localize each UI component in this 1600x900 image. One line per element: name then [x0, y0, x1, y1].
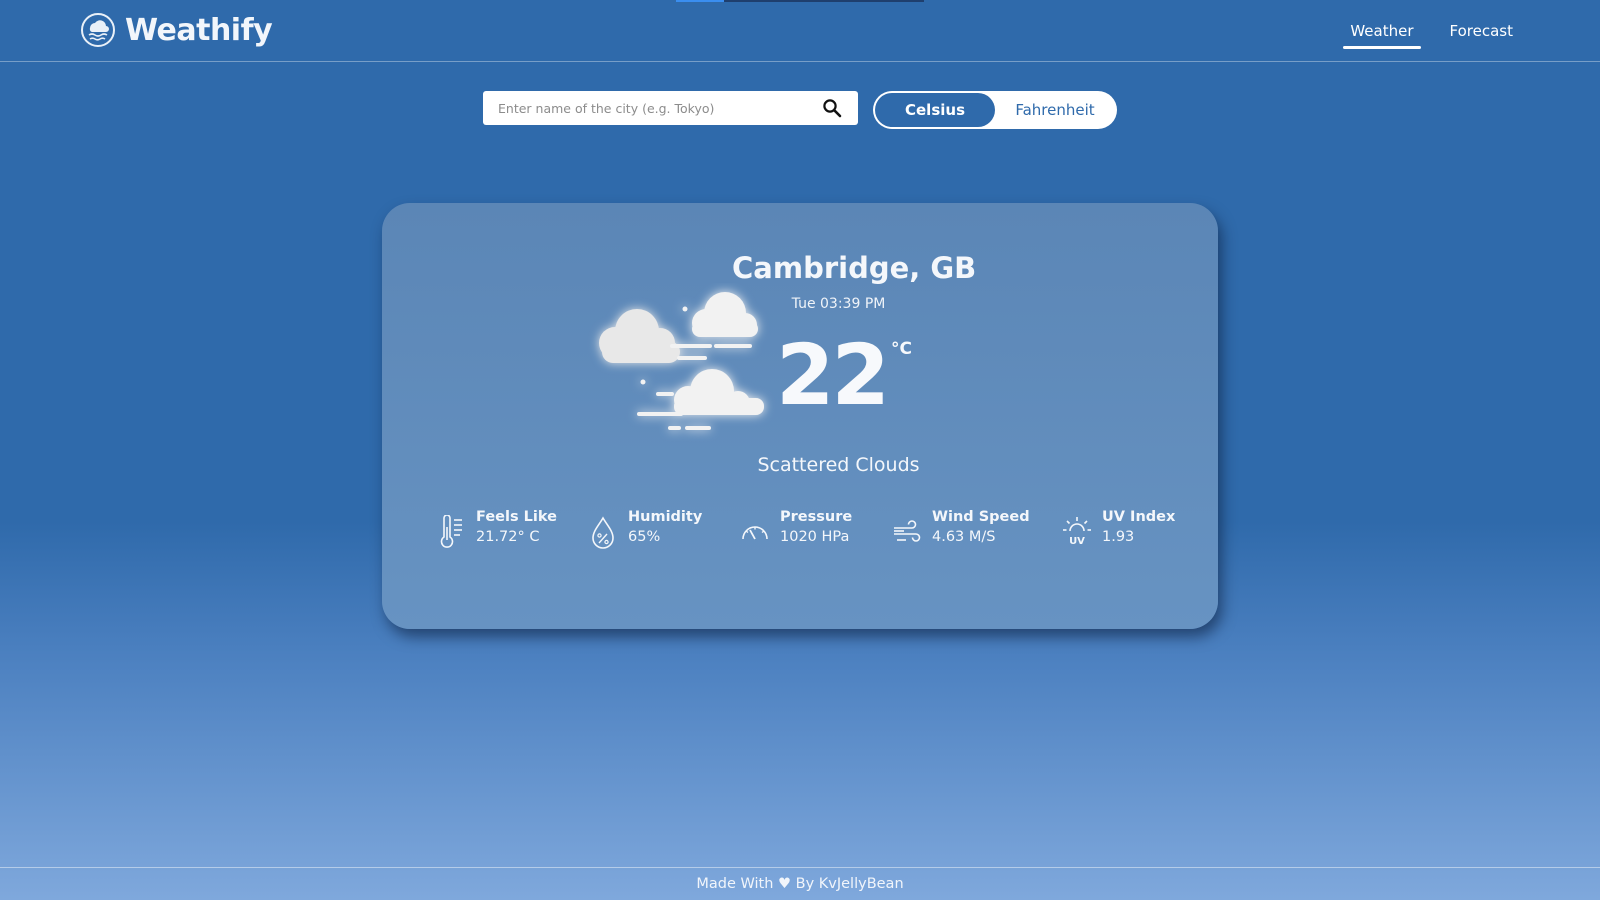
stat-feels-like: Feels Like 21.72° C: [436, 509, 557, 549]
city-search-box: [483, 91, 858, 125]
city-search-input[interactable]: [483, 91, 803, 125]
brand[interactable]: Weathify: [80, 12, 273, 48]
stat-label: Feels Like: [476, 509, 557, 525]
celsius-option[interactable]: Celsius: [875, 93, 995, 127]
humidity-drop-icon: [592, 516, 614, 549]
footer: Made With ♥ By KvJellyBean: [0, 867, 1600, 900]
weather-condition: Scattered Clouds: [757, 454, 920, 476]
stat-humidity: Humidity 65%: [588, 509, 702, 549]
brand-name: Weathify: [125, 12, 273, 48]
stat-label: UV Index: [1102, 509, 1176, 525]
top-nav-bar: Weathify Weather Forecast: [0, 0, 1600, 62]
thermometer-icon: [440, 515, 462, 548]
temperature-unit: °C: [890, 339, 912, 359]
stat-value: 21.72° C: [476, 529, 540, 545]
stat-uv-index: UV UV Index 1.93: [1062, 509, 1175, 549]
current-weather-card: Cambridge, GB Tue 03:39 PM 22 °C Scatter…: [382, 203, 1218, 629]
stat-label: Humidity: [628, 509, 703, 525]
stat-wind-speed: Wind Speed 4.63 M/S: [892, 509, 1030, 549]
stat-value: 1.93: [1102, 529, 1135, 545]
main-nav: Weather Forecast: [1343, 0, 1520, 62]
stat-pressure: Pressure 1020 HPa: [740, 509, 852, 549]
pressure-gauge-icon: [742, 526, 768, 540]
uv-sun-icon: UV: [1063, 517, 1091, 547]
stat-value: 4.63 M/S: [932, 529, 996, 545]
weathify-logo-icon: [81, 13, 115, 47]
svg-text:UV: UV: [1069, 536, 1085, 547]
nav-forecast[interactable]: Forecast: [1443, 0, 1520, 62]
stat-value: 1020 HPa: [780, 529, 850, 545]
temperature-value: 22: [776, 326, 890, 424]
page-loading-indicator: [676, 0, 924, 2]
search-icon[interactable]: [822, 98, 842, 118]
local-datetime: Tue 03:39 PM: [791, 296, 886, 312]
current-temperature: 22 °C: [776, 333, 912, 417]
city-name: Cambridge, GB: [732, 251, 977, 285]
fahrenheit-option[interactable]: Fahrenheit: [995, 93, 1115, 127]
stat-value: 65%: [628, 529, 661, 545]
unit-toggle: Celsius Fahrenheit: [873, 91, 1117, 129]
wind-icon: [894, 520, 921, 542]
stat-label: Wind Speed: [932, 509, 1030, 525]
nav-weather[interactable]: Weather: [1343, 0, 1421, 62]
stat-label: Pressure: [780, 509, 853, 525]
